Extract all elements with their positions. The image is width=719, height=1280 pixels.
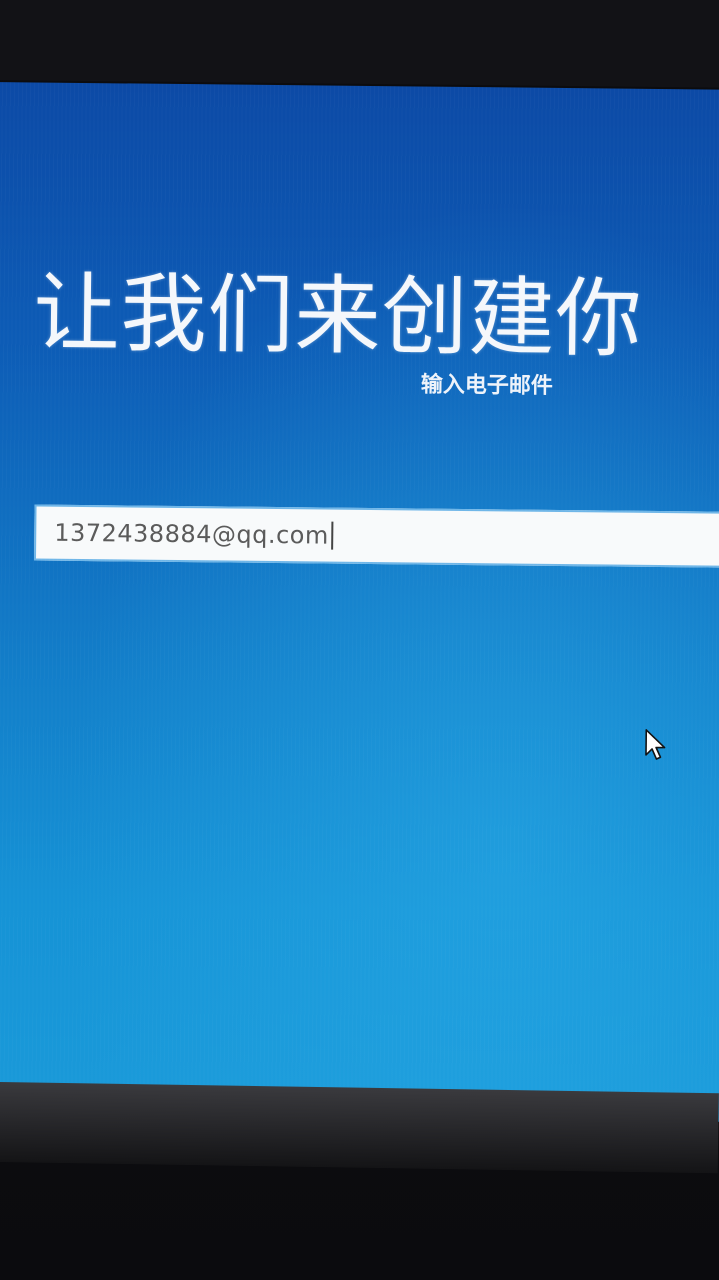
text-caret bbox=[330, 521, 333, 550]
page-title: 让我们来创建你 bbox=[33, 263, 644, 370]
email-field[interactable]: 1372438884@qq.com bbox=[33, 504, 719, 569]
mouse-pointer-icon bbox=[645, 729, 666, 760]
photo-frame: 让我们来创建你 输入电子邮件 1372438884@qq.com bbox=[0, 0, 719, 1280]
email-field-value: 1372438884@qq.com bbox=[54, 518, 329, 550]
page-subtitle: 输入电子邮件 bbox=[420, 372, 553, 399]
oobe-screen: 让我们来创建你 输入电子邮件 1372438884@qq.com bbox=[0, 82, 719, 1122]
monitor-bezel bbox=[0, 1082, 719, 1174]
